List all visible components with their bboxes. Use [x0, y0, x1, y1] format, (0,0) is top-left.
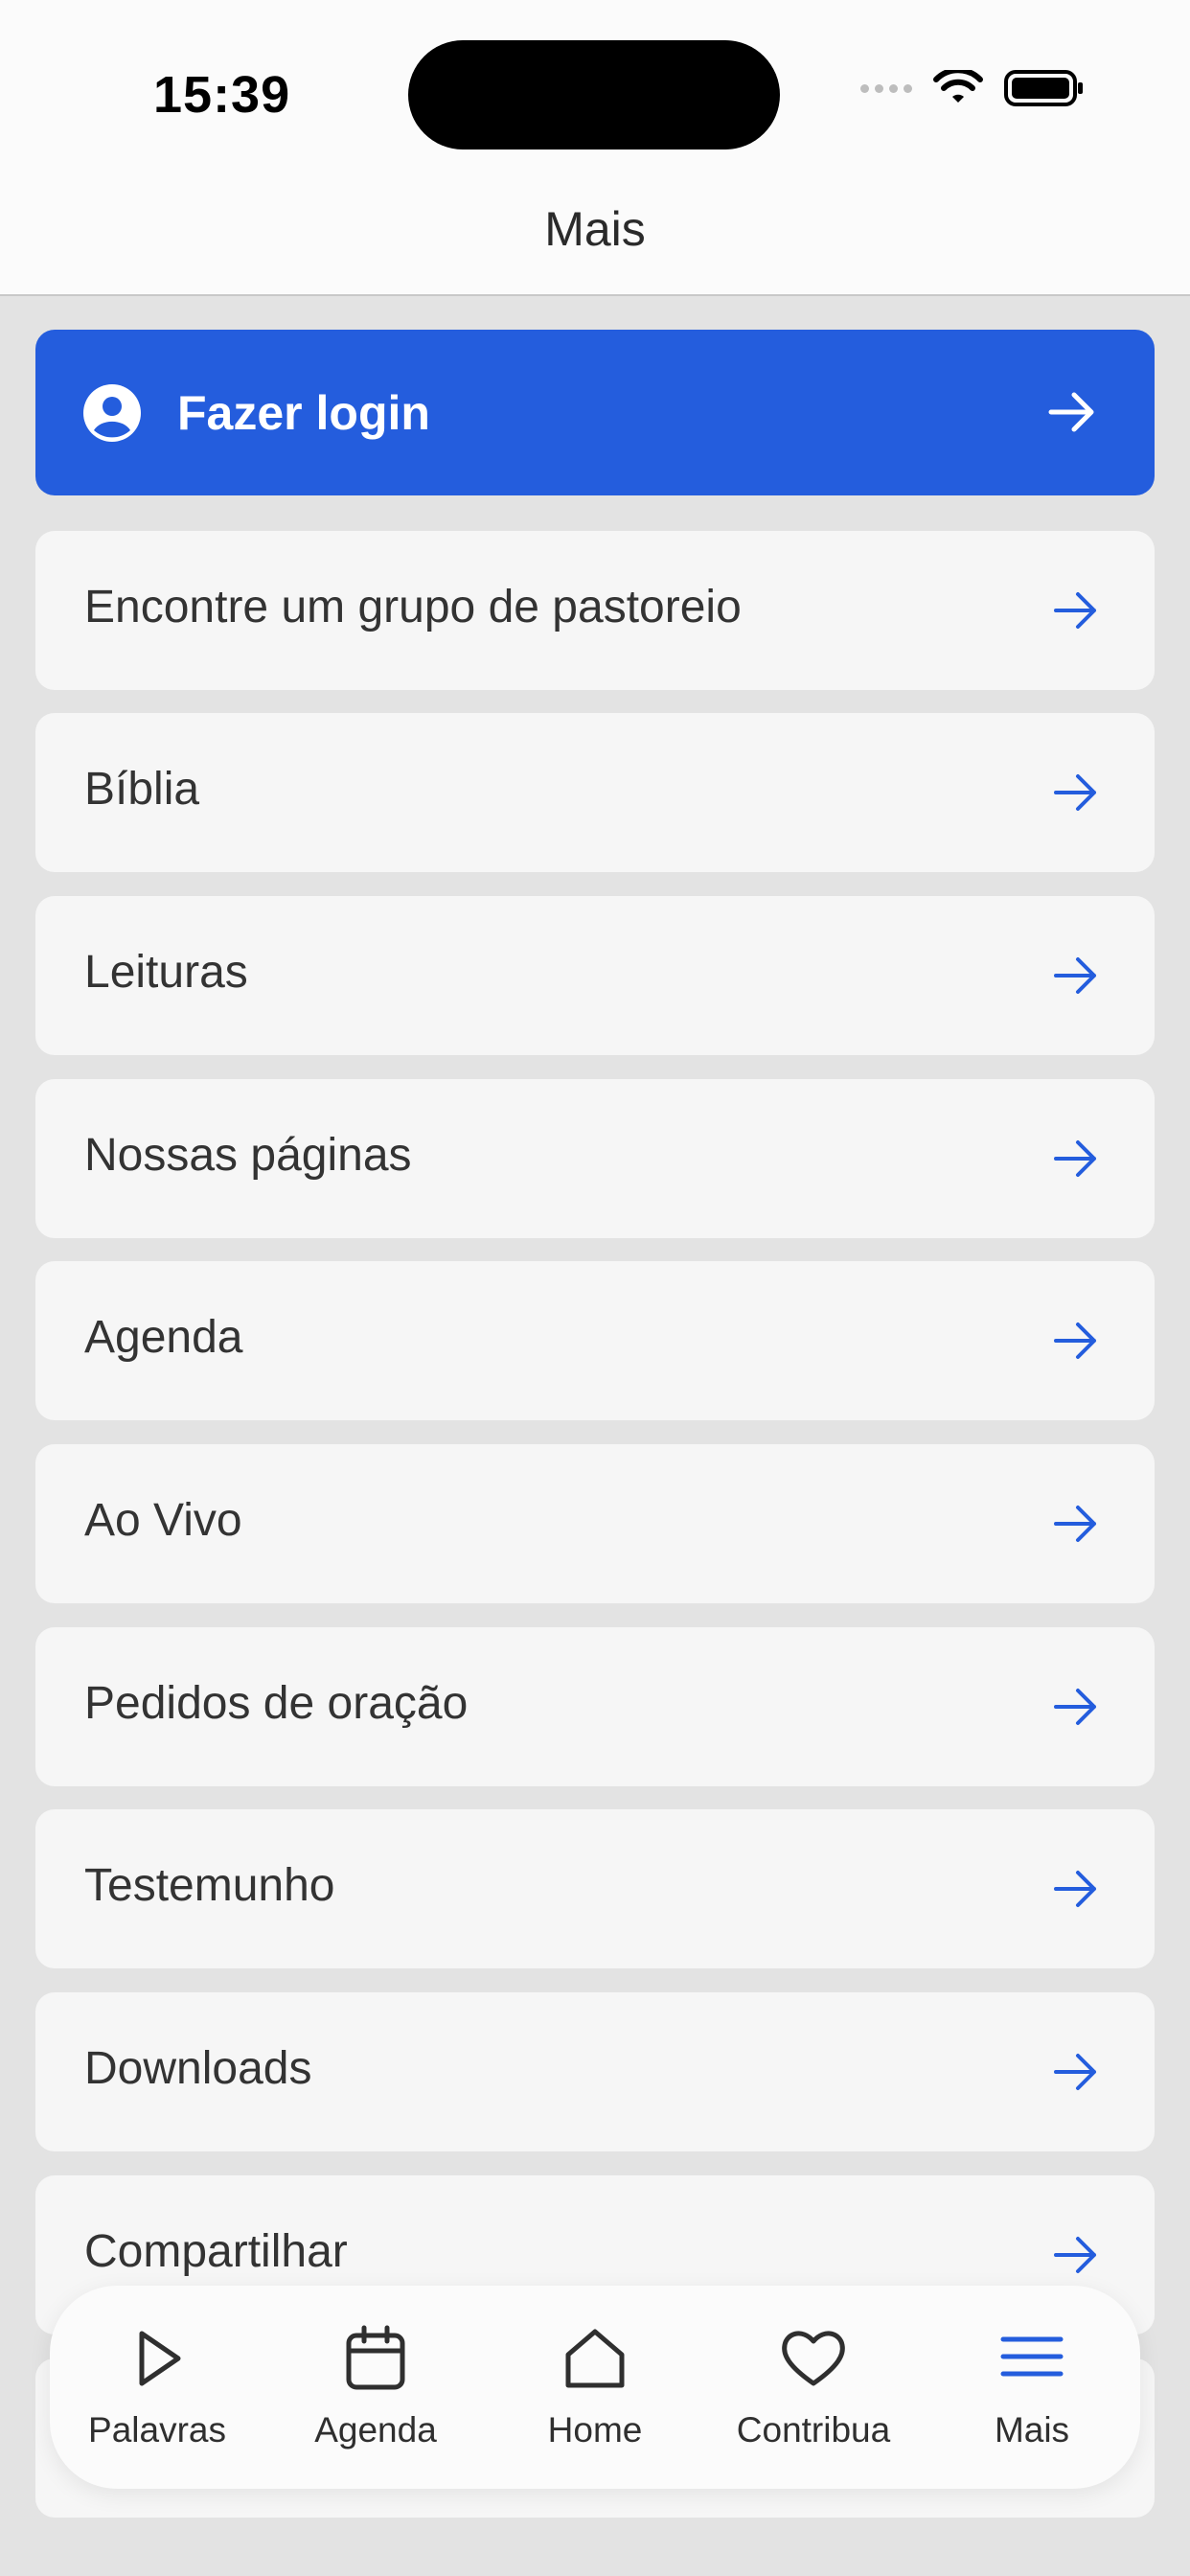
- arrow-right-icon: [1054, 2237, 1096, 2273]
- menu-item-label: Leituras: [84, 947, 248, 998]
- menu-item-biblia[interactable]: Bíblia: [35, 713, 1155, 872]
- tab-palavras[interactable]: Palavras: [61, 2286, 253, 2489]
- login-label: Fazer login: [177, 386, 430, 440]
- status-time: 15:39: [153, 66, 291, 124]
- tab-mais[interactable]: Mais: [936, 2286, 1128, 2489]
- navigation-bar: Mais: [0, 172, 1190, 296]
- heart-icon: [782, 2331, 845, 2386]
- menu-item-label: Bíblia: [84, 764, 200, 815]
- arrow-right-icon: [1054, 1689, 1096, 1725]
- menu-item-pedidos-oracao[interactable]: Pedidos de oração: [35, 1627, 1155, 1786]
- dynamic-island: [408, 40, 780, 150]
- page-title: Mais: [544, 202, 646, 256]
- user-circle-icon: [83, 384, 141, 442]
- wifi-icon: [933, 70, 983, 103]
- status-bar: 15:39: [0, 0, 1190, 172]
- bottom-tab-bar: Palavras Agenda Home Contribua Mais: [50, 2286, 1140, 2489]
- arrow-right-icon: [1054, 774, 1096, 811]
- play-icon: [139, 2331, 181, 2386]
- arrow-right-icon: [1054, 1506, 1096, 1542]
- menu-item-leituras[interactable]: Leituras: [35, 896, 1155, 1055]
- menu-item-agenda[interactable]: Agenda: [35, 1261, 1155, 1420]
- arrow-right-icon: [1054, 592, 1096, 629]
- tab-label: Palavras: [88, 2410, 226, 2450]
- menu-item-grupo-pastoreio[interactable]: Encontre um grupo de pastoreio: [35, 531, 1155, 690]
- arrow-right-icon: [1054, 957, 1096, 994]
- arrow-right-icon: [1054, 1871, 1096, 1907]
- menu-item-label: Agenda: [84, 1312, 243, 1363]
- tab-label: Contribua: [736, 2410, 891, 2450]
- menu-item-ao-vivo[interactable]: Ao Vivo: [35, 1444, 1155, 1603]
- menu-item-downloads[interactable]: Downloads: [35, 1992, 1155, 2151]
- login-button[interactable]: Fazer login: [35, 330, 1155, 495]
- cellular-signal-icon: [860, 83, 912, 93]
- menu-item-label: Encontre um grupo de pastoreio: [84, 582, 742, 632]
- battery-icon: [1004, 70, 1083, 106]
- tab-label: Agenda: [314, 2410, 437, 2450]
- menu-item-nossas-paginas[interactable]: Nossas páginas: [35, 1079, 1155, 1238]
- home-icon: [565, 2329, 625, 2388]
- menu-item-label: Nossas páginas: [84, 1130, 412, 1181]
- menu-icon: [1000, 2336, 1064, 2377]
- status-icons: [860, 69, 1085, 107]
- menu-item-label: Compartilhar: [84, 2226, 348, 2277]
- tab-label: Mais: [994, 2410, 1070, 2450]
- menu-item-label: Downloads: [84, 2043, 312, 2094]
- calendar-icon: [346, 2325, 405, 2390]
- arrow-right-icon: [1054, 2054, 1096, 2090]
- tab-contribua[interactable]: Contribua: [718, 2286, 909, 2489]
- arrow-right-icon: [1054, 1140, 1096, 1177]
- tab-home[interactable]: Home: [499, 2286, 691, 2489]
- arrow-right-icon: [1054, 1322, 1096, 1359]
- tab-label: Home: [547, 2410, 643, 2450]
- tab-agenda[interactable]: Agenda: [280, 2286, 471, 2489]
- menu-item-label: Testemunho: [84, 1860, 335, 1911]
- menu-item-testemunho[interactable]: Testemunho: [35, 1809, 1155, 1968]
- menu-item-label: Pedidos de oração: [84, 1678, 469, 1729]
- menu-item-label: Ao Vivo: [84, 1495, 242, 1546]
- arrow-right-icon: [1048, 392, 1094, 432]
